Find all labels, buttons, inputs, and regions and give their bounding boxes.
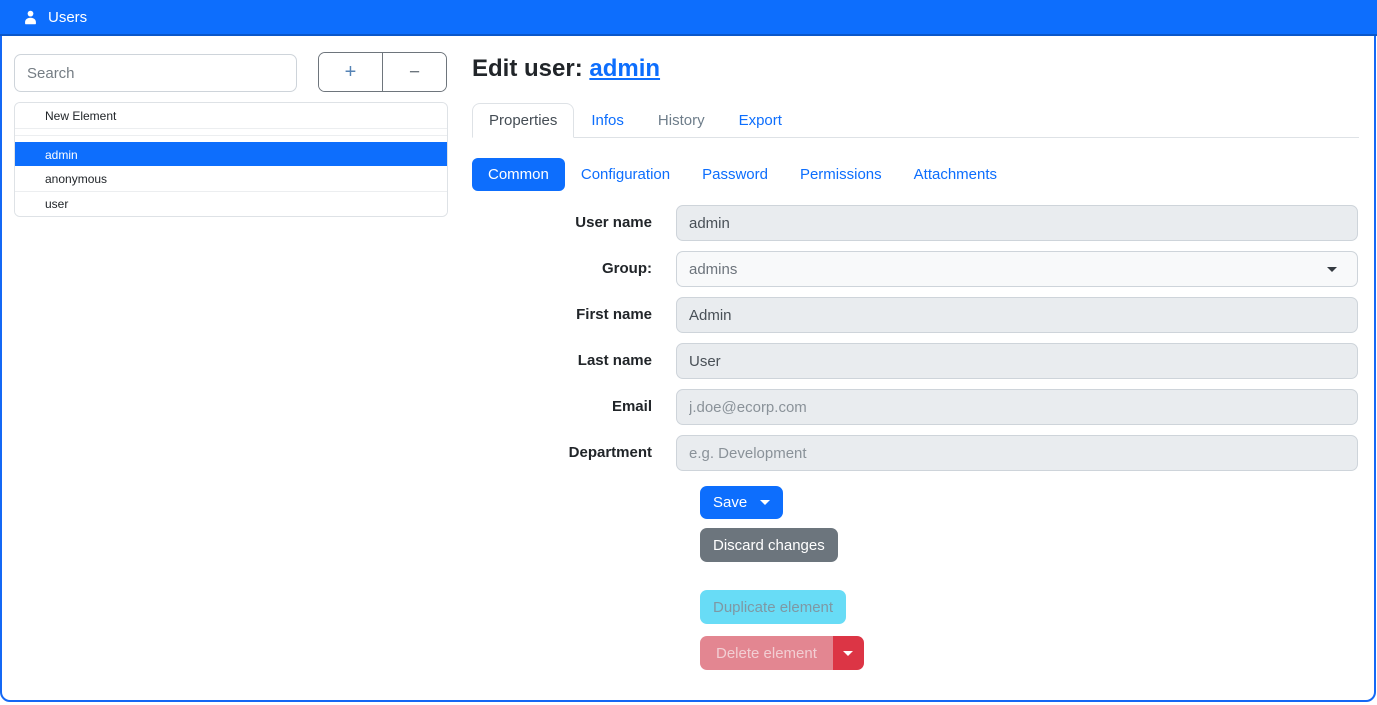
search-input[interactable] xyxy=(14,54,297,92)
group-select[interactable]: admins xyxy=(676,251,1358,287)
subtab-common[interactable]: Common xyxy=(472,158,565,191)
save-button[interactable]: Save xyxy=(700,486,783,519)
subtab-permissions[interactable]: Permissions xyxy=(784,158,898,191)
tab-infos[interactable]: Infos xyxy=(574,103,641,138)
list-toolbar: + − xyxy=(318,52,447,92)
form-row-department: Department xyxy=(472,435,1358,471)
subtab-bar: Common Configuration Password Permission… xyxy=(472,158,1013,191)
delete-element-button[interactable]: Delete element xyxy=(700,636,833,670)
last-name-label: Last name xyxy=(472,343,676,379)
page-title: Edit user: admin xyxy=(472,55,660,83)
list-item-spacer[interactable] xyxy=(15,135,447,142)
edited-user-link[interactable]: admin xyxy=(589,55,660,82)
add-element-button[interactable]: + xyxy=(319,53,383,91)
last-name-input[interactable] xyxy=(676,343,1358,379)
caret-down-icon xyxy=(760,500,770,505)
form-row-firstname: First name xyxy=(472,297,1358,333)
department-field[interactable] xyxy=(676,435,1358,471)
users-icon xyxy=(22,9,39,26)
form-row-email: Email xyxy=(472,389,1358,425)
caret-down-icon xyxy=(843,651,853,656)
subtab-password[interactable]: Password xyxy=(686,158,784,191)
list-item-new-element[interactable]: New Element xyxy=(15,103,447,128)
form-row-group: Group: admins xyxy=(472,251,1358,287)
first-name-label: First name xyxy=(472,297,676,333)
group-select-value: admins xyxy=(689,261,737,278)
form-row-lastname: Last name xyxy=(472,343,1358,379)
save-label: Save xyxy=(713,494,747,511)
discard-changes-button[interactable]: Discard changes xyxy=(700,528,838,562)
app-window: Users + − New Element admin anonymous us… xyxy=(0,0,1377,705)
delete-dropdown-toggle[interactable] xyxy=(833,636,864,670)
user-name-label: User name xyxy=(472,205,676,241)
app-title: Users xyxy=(48,9,87,26)
tab-history[interactable]: History xyxy=(641,103,722,138)
user-form: User name Group: admins First name Last … xyxy=(472,205,1358,481)
department-label: Department xyxy=(472,435,676,471)
app-header: Users xyxy=(0,0,1377,36)
element-list: New Element admin anonymous user xyxy=(14,102,448,217)
user-name-input[interactable] xyxy=(676,205,1358,241)
form-actions: Save Discard changes Duplicate element D… xyxy=(700,486,864,670)
caret-down-icon xyxy=(1327,267,1337,272)
tab-export[interactable]: Export xyxy=(722,103,799,138)
list-item-spacer[interactable] xyxy=(15,128,447,135)
email-field[interactable] xyxy=(676,389,1358,425)
duplicate-element-button[interactable]: Duplicate element xyxy=(700,590,846,624)
list-item-user[interactable]: user xyxy=(15,191,447,216)
remove-element-button[interactable]: − xyxy=(383,53,446,91)
delete-element-split-button: Delete element xyxy=(700,636,864,670)
page-title-prefix: Edit user: xyxy=(472,55,583,82)
list-item-admin[interactable]: admin xyxy=(15,142,447,166)
first-name-input[interactable] xyxy=(676,297,1358,333)
tab-properties[interactable]: Properties xyxy=(472,103,574,138)
form-row-username: User name xyxy=(472,205,1358,241)
tab-bar: Properties Infos History Export xyxy=(472,101,1359,138)
group-label: Group: xyxy=(472,251,676,287)
email-label: Email xyxy=(472,389,676,425)
list-item-anonymous[interactable]: anonymous xyxy=(15,166,447,191)
subtab-attachments[interactable]: Attachments xyxy=(898,158,1013,191)
subtab-configuration[interactable]: Configuration xyxy=(565,158,686,191)
